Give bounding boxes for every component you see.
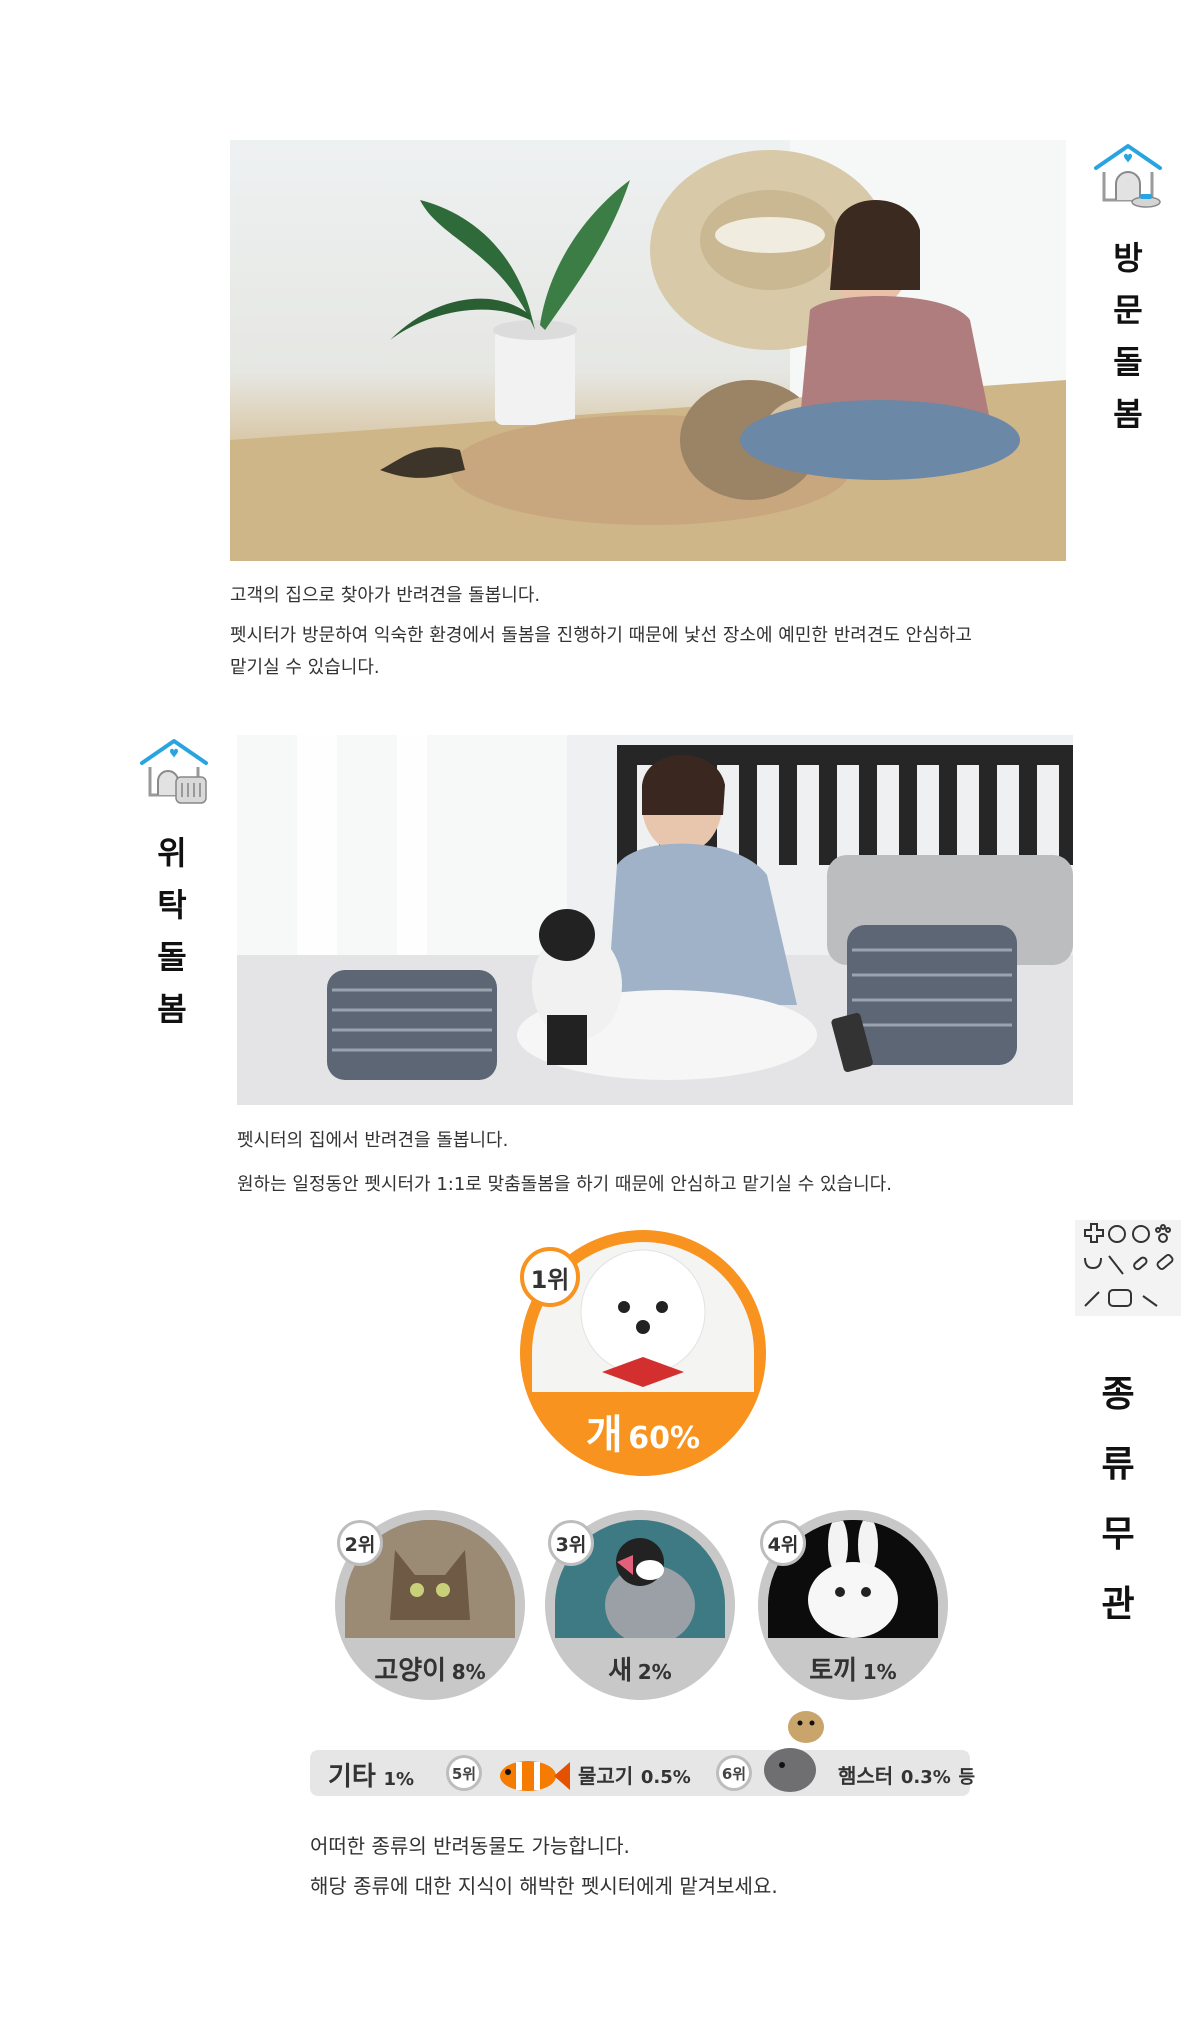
rank3-badge: 3위: [548, 1520, 594, 1566]
boarding-care-description: 펫시터의 집에서 반려견을 돌봅니다. 원하는 일정동안 펫시터가 1:1로 맞…: [237, 1125, 1097, 1200]
medical-cross-icon: [1084, 1223, 1104, 1243]
species-line1: 어떠한 종류의 반려동물도 가능합니다.: [310, 1834, 630, 1858]
hamster-suffix: 등: [958, 1767, 976, 1788]
pet-icons-grid: [1075, 1220, 1181, 1316]
other-name: 기타: [328, 1762, 376, 1792]
other-pct: 1%: [383, 1769, 415, 1790]
bone-icon: [1142, 1295, 1158, 1307]
hamster-name: 햄스터: [838, 1764, 894, 1788]
species-description: 어떠한 종류의 반려동물도 가능합니다. 해당 종류에 대한 지식이 해박한 펫…: [310, 1826, 1010, 1906]
rank4-name: 토끼: [809, 1656, 858, 1686]
rank3-name: 새: [608, 1656, 633, 1686]
cat-icon: [1108, 1225, 1126, 1243]
rank1-badge: 1위: [520, 1247, 580, 1307]
hamster-image: [760, 1705, 830, 1795]
dog-icon: [1132, 1225, 1150, 1243]
visit-care-icon: [1090, 142, 1166, 214]
stethoscope-icon: [1084, 1257, 1102, 1270]
species-line2: 해당 종류에 대한 지식이 해박한 펫시터에게 맡겨보세요.: [310, 1874, 778, 1898]
boarding-care-line1: 펫시터의 집에서 반려견을 돌봅니다.: [237, 1130, 509, 1151]
visit-care-line2: 펫시터가 방문하여 익숙한 환경에서 돌봄을 진행하기 때문에 낯선 장소에 예…: [230, 624, 972, 646]
visit-care-title: 방 문 돌 봄: [1113, 239, 1143, 433]
rank2-badge: 2위: [337, 1520, 383, 1566]
syringe-icon: [1108, 1255, 1124, 1275]
fish-food-icon: [1084, 1291, 1100, 1307]
rank4-badge: 4위: [760, 1520, 806, 1566]
rank2-pct: 8%: [451, 1660, 486, 1684]
fish-image: [490, 1752, 570, 1798]
visit-care-photo: [230, 140, 1066, 561]
pill-icon: [1133, 1256, 1148, 1271]
visit-care-line1: 고객의 집으로 찾아가 반려견을 돌봅니다.: [230, 585, 541, 606]
paw-icon: [1155, 1224, 1171, 1243]
boarding-care-title: 위 탁 돌 봄: [157, 834, 187, 1028]
hamster-label: 햄스터 0.3% 등: [838, 1760, 975, 1789]
visit-care-line3: 맡기실 수 있습니다.: [230, 656, 380, 678]
other-label: 기타 1%: [328, 1756, 414, 1793]
rank3-pct: 2%: [637, 1660, 672, 1684]
boarding-care-icon: [136, 737, 212, 809]
rank1-name: 개: [585, 1412, 623, 1458]
fish-name: 물고기: [578, 1764, 634, 1788]
species-title: 종 류 무 관: [1101, 1374, 1135, 1625]
hamster-pct: 0.3%: [900, 1767, 951, 1788]
rank4-pct: 1%: [862, 1660, 897, 1684]
rank2-name: 고양이: [374, 1656, 447, 1686]
fish-pct: 0.5%: [640, 1767, 691, 1788]
boarding-care-line2: 원하는 일정동안 펫시터가 1:1로 맞춤돌봄을 하기 때문에 안심하고 맡기실…: [237, 1173, 892, 1195]
rank5-badge: 5위: [446, 1755, 482, 1791]
rank1-pct: 60%: [628, 1421, 701, 1456]
boarding-care-photo: [237, 735, 1073, 1105]
visit-care-description: 고객의 집으로 찾아가 반려견을 돌봅니다. 펫시터가 방문하여 익숙한 환경에…: [230, 580, 1090, 684]
carrier-icon: [1108, 1289, 1132, 1307]
fish-label: 물고기 0.5%: [578, 1760, 691, 1789]
bandage-icon: [1156, 1254, 1174, 1270]
rank6-badge: 6위: [716, 1755, 752, 1791]
